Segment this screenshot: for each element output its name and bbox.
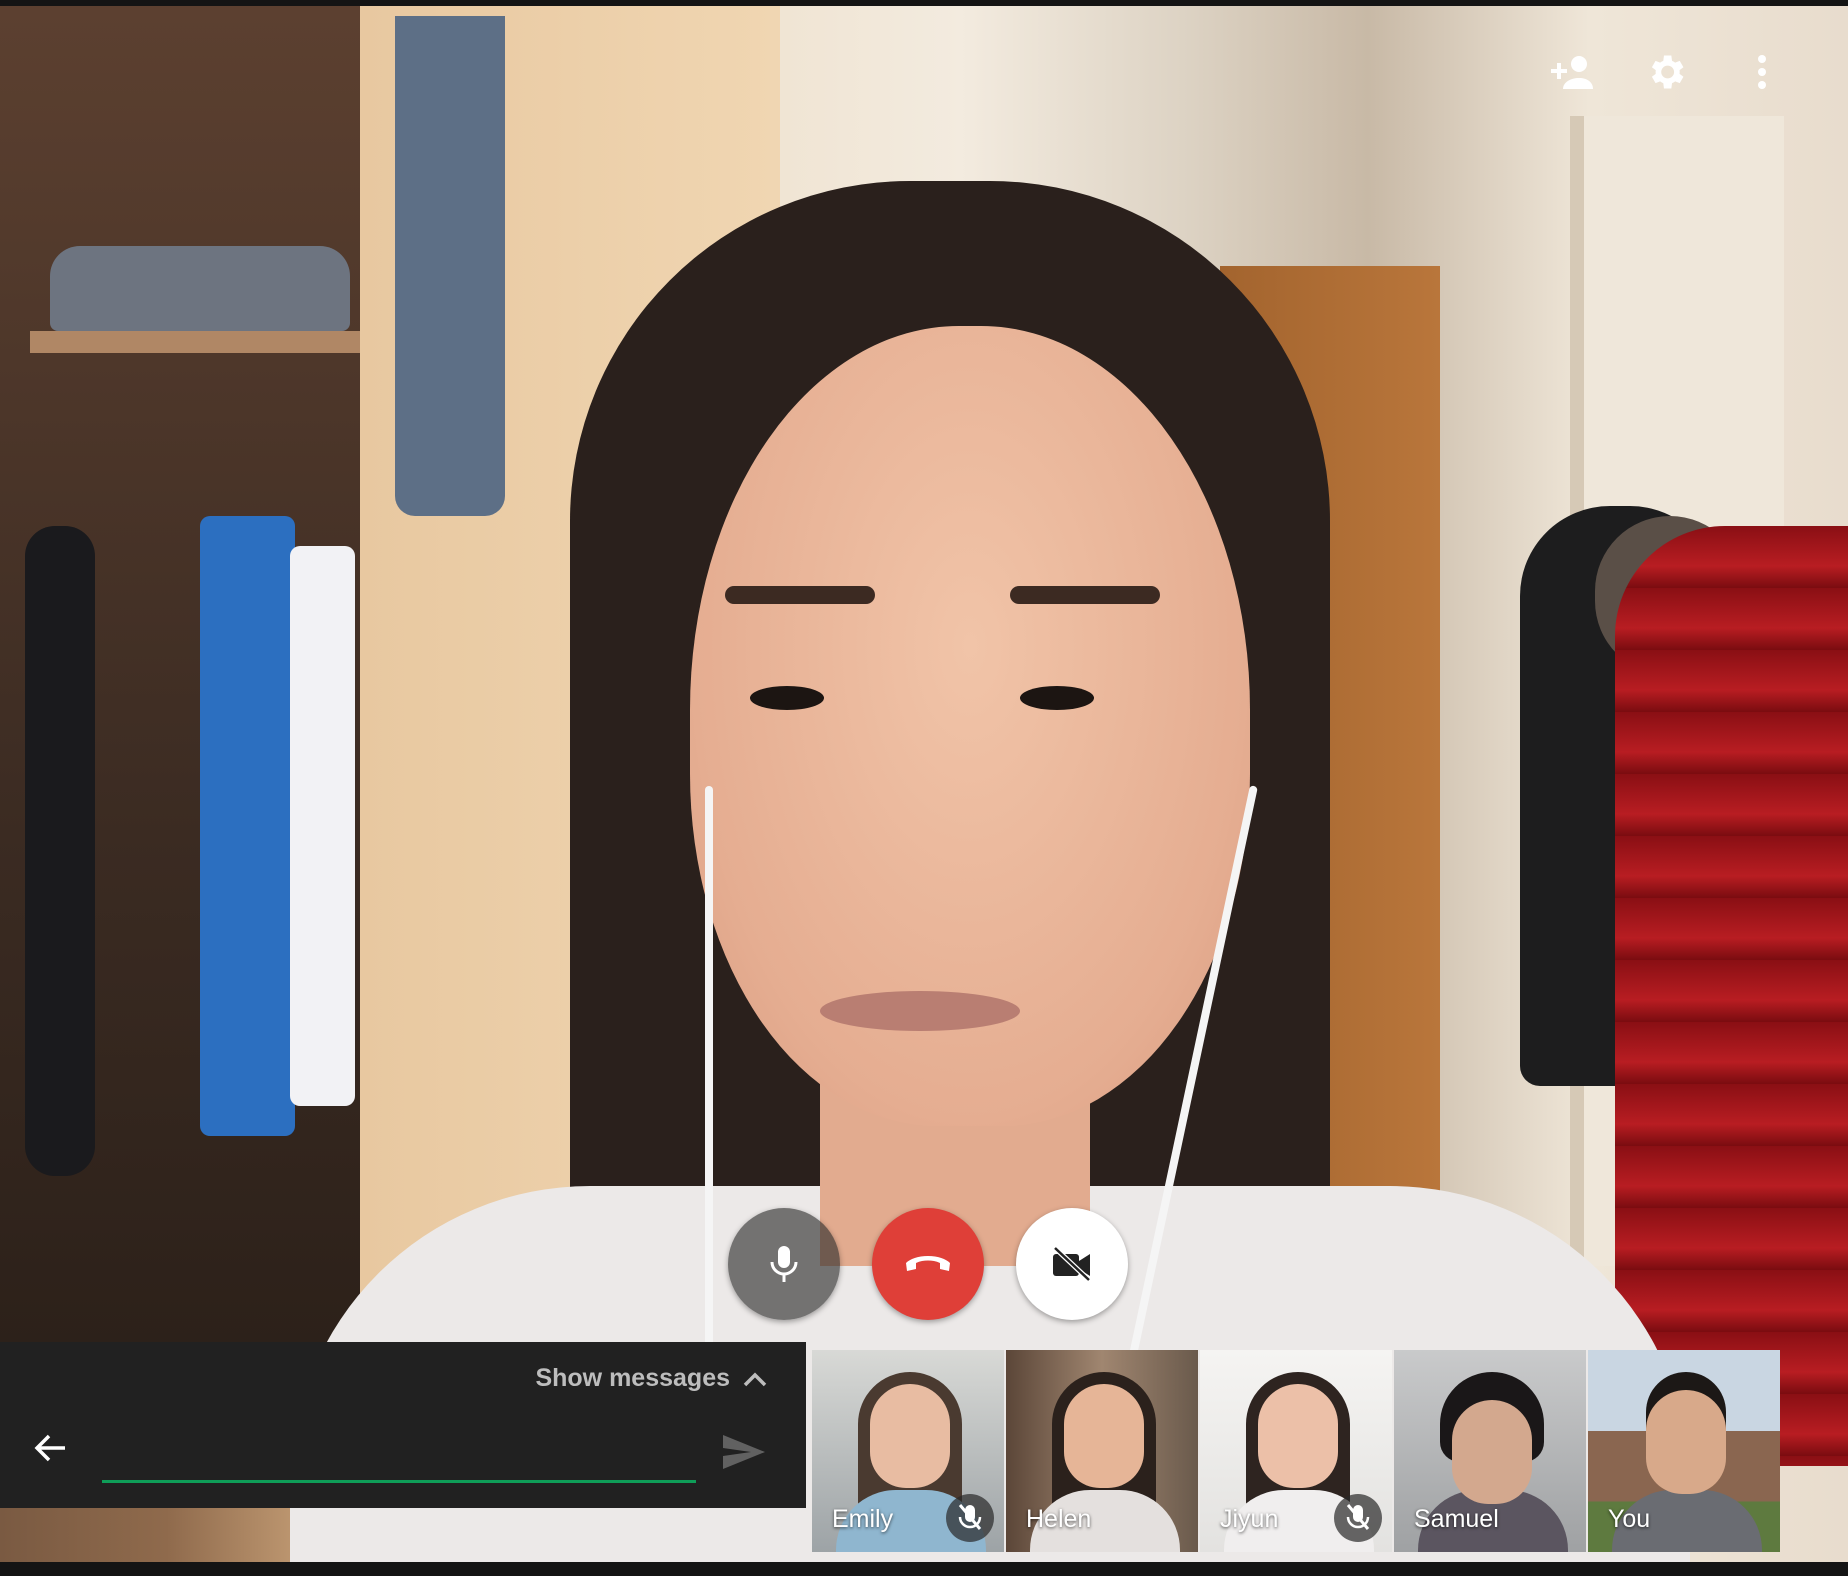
send-message-button[interactable] — [716, 1426, 772, 1478]
end-call-button[interactable] — [872, 1208, 984, 1320]
background-white-shirt — [290, 546, 355, 1106]
call-controls — [728, 1208, 1128, 1320]
call-header-actions — [1538, 44, 1794, 100]
speaker-mouth — [820, 991, 1020, 1031]
more-options-button[interactable] — [1730, 44, 1794, 100]
background-shelf — [30, 331, 360, 353]
background-folded-clothes — [50, 246, 350, 331]
add-people-button[interactable] — [1538, 44, 1602, 100]
back-button[interactable] — [24, 1422, 76, 1474]
participant-face — [1452, 1400, 1532, 1504]
main-video-feed — [0, 6, 1848, 1562]
speaker-brow-right — [1010, 586, 1160, 604]
speaker-eye-left — [750, 686, 824, 710]
background-coat — [25, 526, 95, 1176]
participant-face — [1064, 1384, 1144, 1488]
mic-off-icon — [958, 1504, 982, 1530]
more-vert-icon — [1758, 55, 1766, 89]
send-icon — [723, 1435, 765, 1469]
chat-panel: Show messages — [0, 1342, 806, 1508]
camera-toggle-button[interactable] — [1016, 1208, 1128, 1320]
participant-face — [1646, 1390, 1726, 1494]
participant-tile-emily[interactable]: Emily — [812, 1350, 1004, 1552]
participant-tile-jiyun[interactable]: Jiyun — [1200, 1350, 1392, 1552]
participant-name: Helen — [1026, 1505, 1092, 1533]
mic-off-icon — [1346, 1504, 1370, 1530]
participant-tile-you[interactable]: You — [1588, 1350, 1780, 1552]
participant-muted-indicator — [1334, 1494, 1382, 1542]
participant-filmstrip: Emily Helen Jiyun Samuel You — [812, 1350, 1780, 1552]
gear-icon — [1651, 55, 1684, 89]
videocam-off-icon — [1053, 1246, 1091, 1282]
background-blue-shirt — [200, 516, 295, 1136]
background-red-puffer — [1615, 526, 1848, 1466]
participant-face — [870, 1384, 950, 1488]
chevron-up-icon — [743, 1372, 767, 1386]
participant-name: Jiyun — [1220, 1505, 1279, 1533]
participant-face — [1258, 1384, 1338, 1488]
settings-button[interactable] — [1634, 44, 1698, 100]
participant-name: You — [1608, 1505, 1651, 1533]
speaker-eye-right — [1020, 686, 1094, 710]
participant-name: Samuel — [1414, 1505, 1499, 1533]
add-person-icon — [1551, 56, 1593, 89]
show-messages-toggle[interactable]: Show messages — [535, 1364, 768, 1393]
participant-tile-helen[interactable]: Helen — [1006, 1350, 1198, 1552]
participant-tile-samuel[interactable]: Samuel — [1394, 1350, 1586, 1552]
show-messages-label: Show messages — [535, 1364, 730, 1392]
message-input[interactable] — [102, 1438, 696, 1483]
background-scarf — [395, 16, 505, 516]
phone-hangup-icon — [906, 1256, 950, 1271]
participant-muted-indicator — [946, 1494, 994, 1542]
participant-name: Emily — [832, 1505, 894, 1533]
speaker-brow-left — [725, 586, 875, 604]
arrow-back-icon — [34, 1434, 65, 1462]
mic-icon — [770, 1246, 798, 1282]
mic-toggle-button[interactable] — [728, 1208, 840, 1320]
